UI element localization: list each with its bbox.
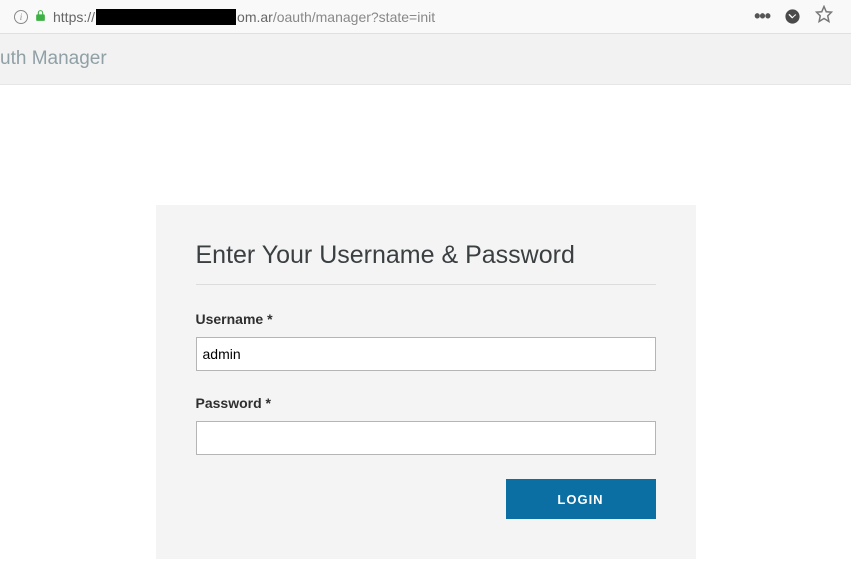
- page-actions-icon[interactable]: •••: [754, 6, 770, 27]
- username-label: Username *: [196, 311, 656, 327]
- url-redacted: [96, 9, 236, 25]
- page-title: uth Manager: [0, 48, 107, 70]
- password-label: Password *: [196, 395, 656, 411]
- url-prefix: https://: [53, 9, 95, 25]
- page-header: uth Manager: [0, 34, 851, 85]
- username-input[interactable]: [196, 337, 656, 371]
- url-path: /oauth/manager?state=init: [273, 9, 435, 25]
- login-button[interactable]: LOGIN: [506, 479, 656, 519]
- password-input[interactable]: [196, 421, 656, 455]
- url-area[interactable]: i https:// om.ar/oauth/manager?state=init: [8, 9, 754, 25]
- url-text: https:// om.ar/oauth/manager?state=init: [53, 9, 435, 25]
- login-card: Enter Your Username & Password Username …: [156, 205, 696, 559]
- lock-icon: [34, 9, 47, 25]
- browser-address-bar: i https:// om.ar/oauth/manager?state=init…: [0, 0, 851, 34]
- bookmark-star-icon[interactable]: [815, 5, 833, 28]
- url-domain-suffix: om.ar: [237, 9, 273, 25]
- browser-actions: •••: [754, 5, 843, 28]
- info-icon[interactable]: i: [14, 10, 28, 24]
- pocket-icon[interactable]: [784, 8, 801, 25]
- card-title: Enter Your Username & Password: [196, 241, 656, 285]
